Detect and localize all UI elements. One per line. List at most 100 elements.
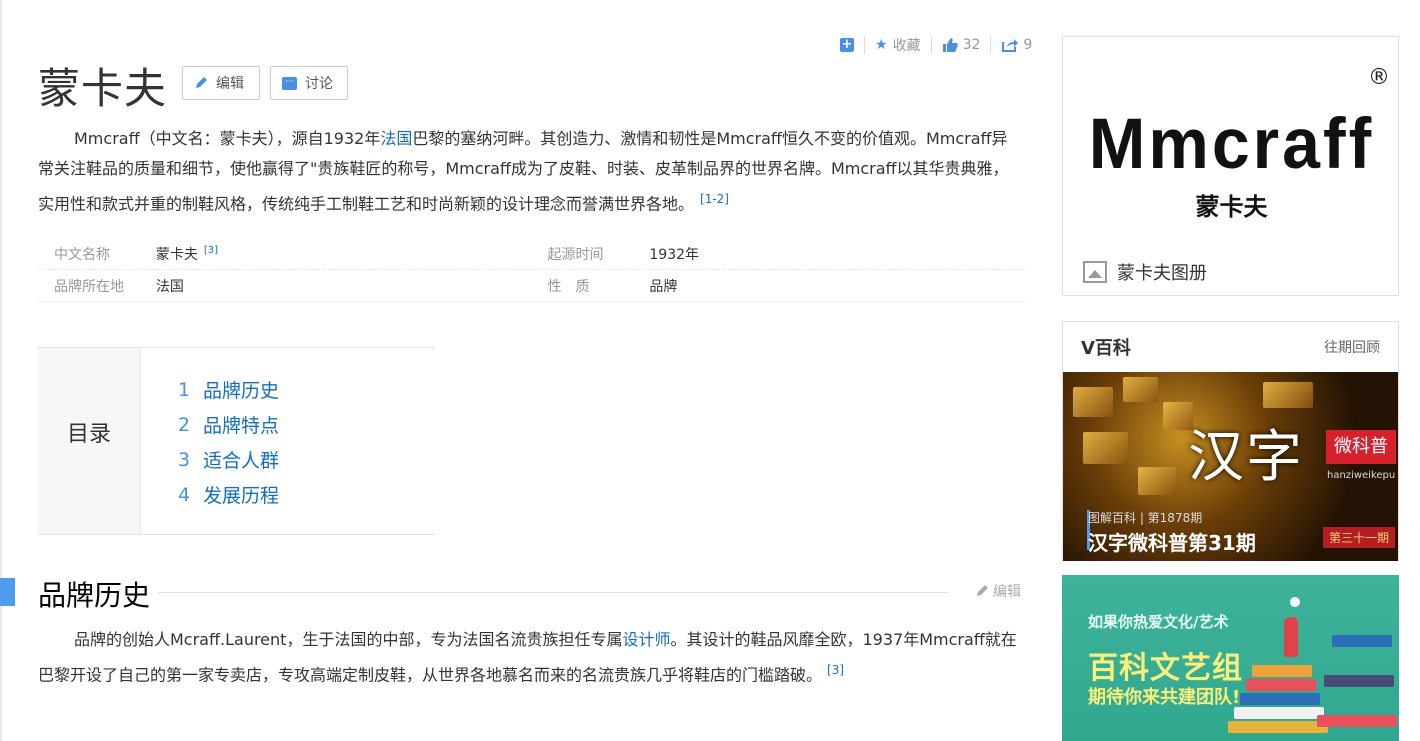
book-decor — [1324, 675, 1394, 687]
share-count: 9 — [1023, 37, 1033, 53]
art-line1: 如果你热爱文化/艺术 — [1088, 613, 1229, 631]
info-row: 品牌所在地 法国 性 质 品牌 — [38, 270, 1025, 302]
page-left-border — [0, 0, 2, 741]
info-value: 法国 — [155, 278, 184, 295]
basic-info: 中文名称 蒙卡夫 [3] 起源时间 1932年 品牌所在地 法国 性 质 品牌 — [38, 238, 1025, 302]
section-divider — [158, 592, 948, 593]
collect-button[interactable]: ★ 收藏 — [865, 35, 931, 55]
catalog-label: 品牌历史 — [203, 380, 280, 402]
book-decor — [1240, 693, 1320, 705]
catalog-item-history[interactable]: 1 品牌历史 — [178, 372, 279, 407]
catalog-item-features[interactable]: 2 品牌特点 — [178, 407, 279, 442]
info-name: 中文名称 — [54, 246, 110, 263]
catalog: 目录 1 品牌历史 2 品牌特点 3 适合人群 4 发展历程 — [38, 347, 435, 535]
pencil-icon — [977, 585, 988, 596]
like-count: 32 — [962, 37, 981, 53]
summary-part1: Mmcraff（中文名：蒙卡夫），源自1932年 — [74, 129, 381, 148]
catalog-item-development[interactable]: 4 发展历程 — [178, 477, 279, 512]
france-link[interactable]: 法国 — [380, 129, 412, 148]
book-decor — [1332, 635, 1392, 647]
decor-tile — [1138, 467, 1176, 495]
collect-label: 收藏 — [892, 38, 921, 54]
catalog-num: 3 — [178, 448, 191, 471]
chat-icon: ··· — [282, 76, 297, 90]
info-row: 中文名称 蒙卡夫 [3] 起源时间 1932年 — [38, 238, 1025, 270]
designer-link[interactable]: 设计师 — [622, 630, 670, 649]
discuss-button[interactable]: ··· 讨论 — [270, 66, 348, 100]
issue-title: 汉字微科普第31期 — [1088, 531, 1256, 555]
registered-mark: ® — [1368, 65, 1390, 90]
decor-tile — [1073, 387, 1113, 417]
star-icon: ★ — [875, 37, 888, 53]
balloon-icon — [1290, 597, 1300, 607]
share-button[interactable]: 9 — [991, 37, 1042, 53]
issue-caption: 图解百科 | 第1878期 — [1088, 511, 1203, 525]
discuss-label: 讨论 — [305, 76, 333, 92]
page-title: 蒙卡夫 — [38, 64, 168, 113]
brand-logo: Mmcraff — [1088, 104, 1375, 184]
share-icon — [1002, 39, 1019, 52]
catalog-label: 品牌特点 — [203, 415, 280, 437]
plus-icon: + — [840, 37, 854, 52]
book-decor — [1246, 679, 1316, 691]
info-name: 起源时间 — [547, 246, 604, 263]
decor-tile — [1263, 382, 1313, 408]
v-baike-title: V百科 — [1081, 338, 1131, 359]
art-line3: 期待你来共建团队! — [1088, 687, 1241, 708]
catalog-label: 发展历程 — [203, 485, 280, 507]
section-edit-button[interactable]: 编辑 — [975, 581, 1021, 601]
v-baike-header: V百科 往期回顾 — [1063, 322, 1398, 372]
book-decor — [1317, 715, 1397, 727]
section-paragraph: 品牌的创始人Mcraff.Laurent，生于法国的中部，专为法国名流贵族担任专… — [38, 625, 1028, 690]
decor-tile — [1083, 432, 1128, 464]
catalog-num: 2 — [178, 413, 191, 436]
weikepu-badge: 微科普 — [1326, 430, 1396, 464]
section-title: 品牌历史 — [38, 579, 151, 612]
catalog-num: 4 — [178, 483, 191, 506]
badge-subtitle: hanziweikepu — [1327, 470, 1396, 481]
info-value: 品牌 — [649, 278, 678, 295]
book-decor — [1228, 721, 1328, 733]
catalog-label: 适合人群 — [203, 450, 280, 472]
section-ref[interactable]: [3] — [827, 663, 844, 677]
art-group-banner[interactable]: 如果你热爱文化/艺术 百科文艺组 期待你来共建团队! — [1062, 575, 1399, 741]
girl-figure — [1284, 617, 1298, 657]
catalog-item-audience[interactable]: 3 适合人群 — [178, 442, 279, 477]
gallery-icon — [1083, 261, 1107, 283]
catalog-heading: 目录 — [38, 348, 141, 534]
section-text-part1: 品牌的创始人Mcraff.Laurent，生于法国的中部，专为法国名流贵族担任专… — [74, 630, 623, 649]
brand-logo-cn: 蒙卡夫 — [1195, 193, 1268, 221]
album-caption[interactable]: 蒙卡夫图册 — [1083, 259, 1207, 285]
edit-button[interactable]: 编辑 — [182, 66, 260, 100]
like-button[interactable]: 32 — [932, 37, 991, 53]
album-card[interactable]: ® Mmcraff 蒙卡夫 蒙卡夫图册 — [1062, 36, 1399, 296]
catalog-num: 1 — [178, 378, 191, 401]
art-line2: 百科文艺组 — [1088, 651, 1243, 686]
catalog-list: 1 品牌历史 2 品牌特点 3 适合人群 4 发展历程 — [141, 348, 279, 534]
section-edit-label: 编辑 — [993, 584, 1021, 600]
section-text: 品牌的创始人Mcraff.Laurent，生于法国的中部，专为法国名流贵族担任专… — [38, 625, 1028, 690]
info-name: 性 质 — [547, 278, 590, 295]
summary-ref[interactable]: [1-2] — [700, 192, 729, 206]
info-value: 1932年 — [649, 246, 700, 263]
info-value-text: 蒙卡夫 — [155, 246, 198, 263]
section-marker — [0, 578, 15, 606]
article-toolbar: + ★ 收藏 32 9 — [830, 34, 1042, 56]
v-baike-image[interactable]: 汉字 微科普 hanziweikepu 图解百科 | 第1878期 汉字微科普第… — [1063, 372, 1398, 561]
past-issues-link[interactable]: 往期回顾 — [1324, 337, 1380, 357]
hanzi-text: 汉字 — [1188, 425, 1304, 490]
edit-label: 编辑 — [216, 76, 244, 92]
book-decor — [1234, 707, 1324, 719]
decor-tile — [1123, 377, 1158, 402]
info-ref[interactable]: [3] — [204, 245, 218, 256]
thumbs-up-icon — [942, 38, 958, 52]
album-label: 蒙卡夫图册 — [1117, 263, 1207, 284]
book-decor — [1252, 665, 1312, 677]
v-baike-card: V百科 往期回顾 汉字 微科普 hanziweikepu 图解百科 | 第187… — [1062, 321, 1399, 561]
summary: Mmcraff（中文名：蒙卡夫），源自1932年法国巴黎的塞纳河畔。其创造力、激… — [38, 124, 1013, 219]
add-button[interactable]: + — [830, 38, 864, 52]
info-name: 品牌所在地 — [54, 278, 124, 295]
info-value: 蒙卡夫 [3] — [156, 244, 532, 264]
summary-text: Mmcraff（中文名：蒙卡夫），源自1932年法国巴黎的塞纳河畔。其创造力、激… — [38, 124, 1013, 219]
issue-tag: 第三十一期 — [1323, 527, 1396, 548]
